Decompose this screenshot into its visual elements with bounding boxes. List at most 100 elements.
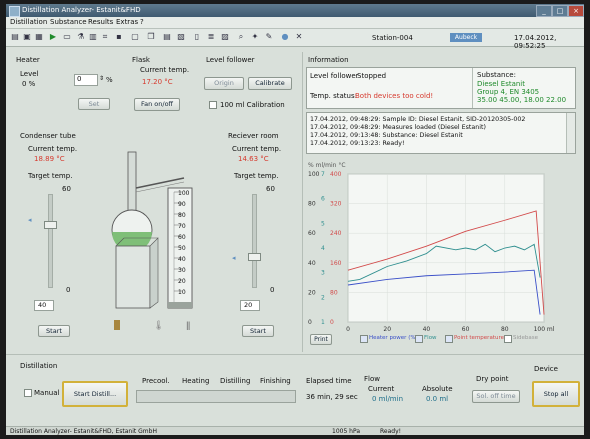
clipboard-icon[interactable]: ▦ [34,32,44,42]
y-tick-temperature: 0 [330,319,334,326]
heater-spin-unit: % [106,76,113,84]
play-icon[interactable]: ▶ [48,32,58,42]
flask-current-label: Current temp. [140,66,190,74]
spin-arrows-icon[interactable]: ⇕ [99,75,104,82]
heater-set-button[interactable]: Set [78,98,110,110]
condenser-arm [135,177,185,189]
y-tick-percent: 60 [308,230,316,237]
fan-toggle-button[interactable]: Fan on/off [134,98,180,111]
menu-distillation[interactable]: Distillation [10,18,47,26]
copy-icon[interactable]: ❐ [146,32,156,42]
legend-flow-checkbox[interactable] [415,335,423,343]
menu-bar: Distillation Substance Results Extras ? [6,17,584,29]
print-icon[interactable]: ▤ [10,32,20,42]
heater-level-label: Level [20,70,39,78]
lock-icon[interactable]: ▣ [22,32,32,42]
page-icon[interactable]: ▯ [192,32,202,42]
condenser-slider-thumb[interactable] [44,221,57,230]
title-bar: Distillation Analyzer- Estanit&FHD _ □ × [6,4,584,17]
phase-distilling: Distilling [220,377,251,385]
y-tick-temperature: 160 [330,260,342,267]
sol-off-time-button[interactable]: Sol. off time [472,390,520,403]
condenser-current-label: Current temp. [28,145,78,153]
condenser-min-label: 0 [66,286,71,294]
flask-icon[interactable]: ⚗ [76,32,86,42]
clip-icon[interactable]: ⌗ [100,32,110,42]
legend-point-temp-label: Point temperature [454,335,504,341]
y-tick-percent: 80 [308,201,316,208]
phase-precool: Precool. [142,377,170,385]
window-icon[interactable]: ▢ [130,32,140,42]
info-icon[interactable]: ● [280,32,290,42]
menu-extras[interactable]: Extras [116,18,138,26]
condenser-target-input[interactable]: 40 [34,300,54,311]
heater-title: Heater [16,56,40,64]
log-scrollbar[interactable] [566,113,575,153]
manual-checkbox[interactable] [24,389,32,397]
status-app-info: Distillation Analyzer- Estanit&FHD, Esta… [10,428,157,435]
exit-icon[interactable]: ✕ [294,32,304,42]
calibrate-button[interactable]: Calibrate [248,77,292,90]
chart-print-button[interactable]: Print [310,334,332,345]
legend-point-temp-checkbox[interactable] [445,335,453,343]
legend-sidebase-checkbox[interactable] [504,335,512,343]
close-button[interactable]: × [568,5,584,17]
receiver-slider-thumb[interactable] [248,252,261,261]
receiver-target-input[interactable]: 20 [240,300,260,311]
stop-all-button[interactable]: Stop all [532,381,580,407]
search-icon[interactable]: ⌕ [236,32,246,42]
receiver-title: Reciever room [228,132,279,140]
menu-substance[interactable]: Substance [50,18,87,26]
device-label: Device [534,365,558,373]
receiver-target-slider[interactable] [252,194,257,288]
chart-icon[interactable]: ▥ [88,32,98,42]
info-divider [472,68,473,108]
save-icon[interactable]: ▪ [114,32,124,42]
heater-indicator-icon [114,320,120,330]
datetime-label: 17.04.2012, 09:52:25 [514,34,557,50]
report-icon[interactable]: ▨ [220,32,230,42]
elapsed-label: Elapsed time [306,377,352,385]
information-panel: Level follower Stopped Temp. status: Bot… [306,67,576,109]
condenser-start-button[interactable]: Start [38,325,70,337]
flask-title: Flask [132,56,150,64]
level-sensor-icon: ǁ [186,321,190,331]
condenser-target-slider[interactable] [48,194,53,288]
receiver-start-button[interactable]: Start [242,325,274,337]
heater-level-value: 0 % [22,80,36,88]
y-tick-temperature: 400 [330,171,342,178]
legend-heater-checkbox[interactable] [360,335,368,343]
heater-spin-input[interactable]: 0 [74,74,98,86]
document-icon[interactable]: ▭ [62,32,72,42]
export-icon[interactable]: ▧ [176,32,186,42]
legend-sidebase-label: Sidebase [513,335,539,341]
heater-block [115,245,151,309]
app-icon [9,6,20,17]
table-icon[interactable]: ▤ [162,32,172,42]
origin-button[interactable]: Origin [204,77,244,90]
log-entry: 17.04.2012, 09:48:29: Sample ID: Diesel … [310,116,526,123]
user-badge[interactable]: Aubeck [450,33,482,42]
flow-absolute-label: Absolute [422,385,453,393]
substance-line: 35.00 45.00, 18.00 22.00 [477,96,567,104]
menu-results[interactable]: Results [88,18,113,26]
minimize-button[interactable]: _ [536,5,552,17]
settings-icon[interactable]: ✦ [250,32,260,42]
section-divider [6,354,584,355]
cylinder-tick-label: 20 [178,278,186,285]
event-log[interactable]: 17.04.2012, 09:48:29: Sample ID: Diesel … [306,112,576,154]
y-tick-percent: 20 [308,289,316,296]
temp-status-label: Temp. status: [310,92,357,100]
start-distillation-button[interactable]: Start Distill... [62,381,128,407]
dry-point-label: Dry point [476,375,509,383]
distillation-apparatus: 🌡 ǁ [111,151,193,331]
list-icon[interactable]: ≣ [206,32,216,42]
menu-help[interactable]: ? [140,18,144,26]
cylinder-tick-label: 30 [178,267,186,274]
tools-icon[interactable]: ✎ [264,32,274,42]
y-tick-temperature: 240 [330,230,342,237]
calibration-100ml-checkbox[interactable] [209,101,217,109]
x-tick: 40 [423,326,431,333]
y-tick-percent: 0 [308,319,312,326]
maximize-button[interactable]: □ [552,5,568,17]
